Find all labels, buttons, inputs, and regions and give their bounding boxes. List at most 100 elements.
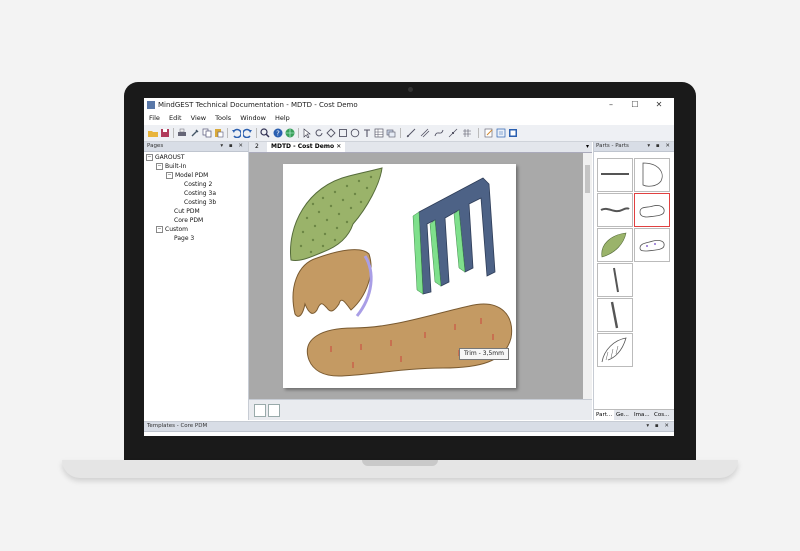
parts-panel-header: Parts - Parts ▾ ▪ ✕ [594, 142, 674, 152]
rotate-icon[interactable] [314, 128, 324, 138]
copy-icon[interactable] [202, 128, 212, 138]
part-thumb-bar[interactable] [597, 263, 633, 297]
tree-item-costing-3b[interactable]: Costing 3b [184, 199, 216, 207]
grid-icon[interactable] [462, 128, 472, 138]
globe-icon[interactable] [285, 128, 295, 138]
parts-panel-title: Parts - Parts [596, 143, 629, 149]
tree-item-built-in[interactable]: − Built-In [156, 163, 186, 171]
tab-cost-demo[interactable]: MDTD - Cost Demo ✕ [267, 142, 346, 152]
app-icon [147, 101, 155, 109]
vertical-scrollbar[interactable] [583, 153, 592, 399]
webcam [408, 87, 413, 92]
undo-icon[interactable] [231, 128, 241, 138]
tree-item-costing-2[interactable]: Costing 2 [184, 181, 212, 189]
document-tabs: 2 MDTD - Cost Demo ✕ ▾ [249, 142, 592, 153]
toolbar-separator [298, 128, 299, 138]
menu-tools[interactable]: Tools [215, 112, 231, 124]
tree-item-model-pdm[interactable]: − Model PDM [166, 172, 208, 180]
document-footer-bar [249, 399, 592, 420]
node-edit-icon[interactable] [448, 128, 458, 138]
window-title: MindGEST Technical Documentation - MDTD … [158, 101, 358, 109]
tab-costing[interactable]: Cos... [652, 410, 671, 420]
toolbar-separator [227, 128, 228, 138]
tree-item-costing-3a[interactable]: Costing 3a [184, 190, 216, 198]
tab-page-2[interactable]: 2 [251, 142, 263, 152]
paste-icon[interactable] [214, 128, 224, 138]
settings-icon[interactable] [190, 128, 200, 138]
panel-controls[interactable]: ▾ ▪ ✕ [220, 142, 245, 151]
pointer-icon[interactable] [302, 128, 312, 138]
toolbar-separator [173, 128, 174, 138]
clipboard-icon[interactable] [496, 128, 506, 138]
edit-doc-icon[interactable] [484, 128, 494, 138]
circle-icon[interactable] [350, 128, 360, 138]
page-view-button[interactable] [254, 404, 266, 417]
part-thumb-stick[interactable] [597, 298, 633, 332]
pages-panel-header: Pages ▾ ▪ ✕ [144, 142, 248, 152]
rectangle-icon[interactable] [338, 128, 348, 138]
part-thumb-insole-selected[interactable] [634, 193, 670, 227]
close-button[interactable]: ✕ [648, 98, 670, 112]
minimize-button[interactable]: – [600, 98, 622, 112]
part-thumb-strip[interactable] [597, 158, 633, 192]
tree-item-page-3[interactable]: Page 3 [174, 235, 194, 243]
part-thumb-dotted-sole[interactable] [634, 228, 670, 262]
laptop-notch [362, 460, 438, 466]
document-area: 2 MDTD - Cost Demo ✕ ▾ Trim - 3,5mm [249, 142, 592, 420]
templates-panel: Templates - Core PDM ▾ ▪ ✕ [144, 421, 674, 436]
help-icon[interactable]: ? [273, 128, 283, 138]
menu-edit[interactable]: Edit [169, 112, 182, 124]
toolbar: ? [144, 125, 674, 142]
vamp-part [292, 249, 372, 317]
tree-item-core-pdm[interactable]: Core PDM [174, 217, 203, 225]
menu-view[interactable]: View [191, 112, 206, 124]
sole-part [306, 303, 513, 377]
menu-window[interactable]: Window [240, 112, 266, 124]
panel-controls[interactable]: ▾ ▪ ✕ [646, 422, 671, 431]
toolbar-separator [256, 128, 257, 138]
print-icon[interactable] [177, 128, 187, 138]
curve-icon[interactable] [434, 128, 444, 138]
node-icon[interactable] [326, 128, 336, 138]
pages-panel: Pages ▾ ▪ ✕ − GAROUST − Built-In − Model PD… [144, 142, 249, 420]
properties-icon[interactable] [508, 128, 518, 138]
templates-panel-header: Templates - Core PDM ▾ ▪ ✕ [144, 422, 674, 432]
parts-panel: Parts - Parts ▾ ▪ ✕ Part... Ge... Ima...… [593, 142, 674, 420]
tab-geometry[interactable]: Ge... [614, 410, 631, 420]
toolbar-separator [400, 128, 401, 138]
tab-close-icon[interactable]: ✕ [336, 143, 341, 150]
cut-icon[interactable] [420, 128, 430, 138]
part-thumb-heel[interactable] [634, 158, 670, 192]
layers-icon[interactable] [386, 128, 396, 138]
table-icon[interactable] [374, 128, 384, 138]
tree-item-custom[interactable]: − Custom [156, 226, 188, 234]
tree-item-root[interactable]: − GAROUST [146, 154, 185, 162]
pages-panel-title: Pages [147, 143, 164, 149]
text-icon[interactable] [362, 128, 372, 138]
redo-icon[interactable] [243, 128, 253, 138]
part-thumb-leaf[interactable] [597, 228, 633, 262]
title-bar: MindGEST Technical Documentation - MDTD … [144, 98, 674, 112]
measure-icon[interactable] [406, 128, 416, 138]
parts-tabs: Part... Ge... Ima... Cos... [594, 409, 674, 420]
tree-item-cut-pdm[interactable]: Cut PDM [174, 208, 200, 216]
laptop-lid: MindGEST Technical Documentation - MDTD … [124, 82, 696, 464]
open-folder-icon[interactable] [148, 128, 158, 138]
trim-tooltip: Trim - 3,5mm [459, 348, 509, 360]
menu-help[interactable]: Help [275, 112, 290, 124]
leaf-part [289, 167, 383, 261]
part-thumb-feather[interactable] [597, 333, 633, 367]
panel-controls[interactable]: ▾ ▪ ✕ [647, 142, 672, 151]
laptop-base [62, 460, 738, 478]
save-icon[interactable] [160, 128, 170, 138]
tabs-dropdown-icon[interactable]: ▾ [586, 142, 589, 152]
search-icon[interactable] [260, 128, 270, 138]
maximize-button[interactable]: ☐ [624, 98, 646, 112]
tab-images[interactable]: Ima... [632, 410, 652, 420]
tab-parts[interactable]: Part... [594, 410, 615, 420]
scrollbar-thumb[interactable] [585, 165, 590, 193]
menu-file[interactable]: File [149, 112, 160, 124]
menu-bar: File Edit View Tools Window Help [144, 112, 674, 124]
part-thumb-wave[interactable] [597, 193, 633, 227]
page-list-button[interactable] [268, 404, 280, 417]
